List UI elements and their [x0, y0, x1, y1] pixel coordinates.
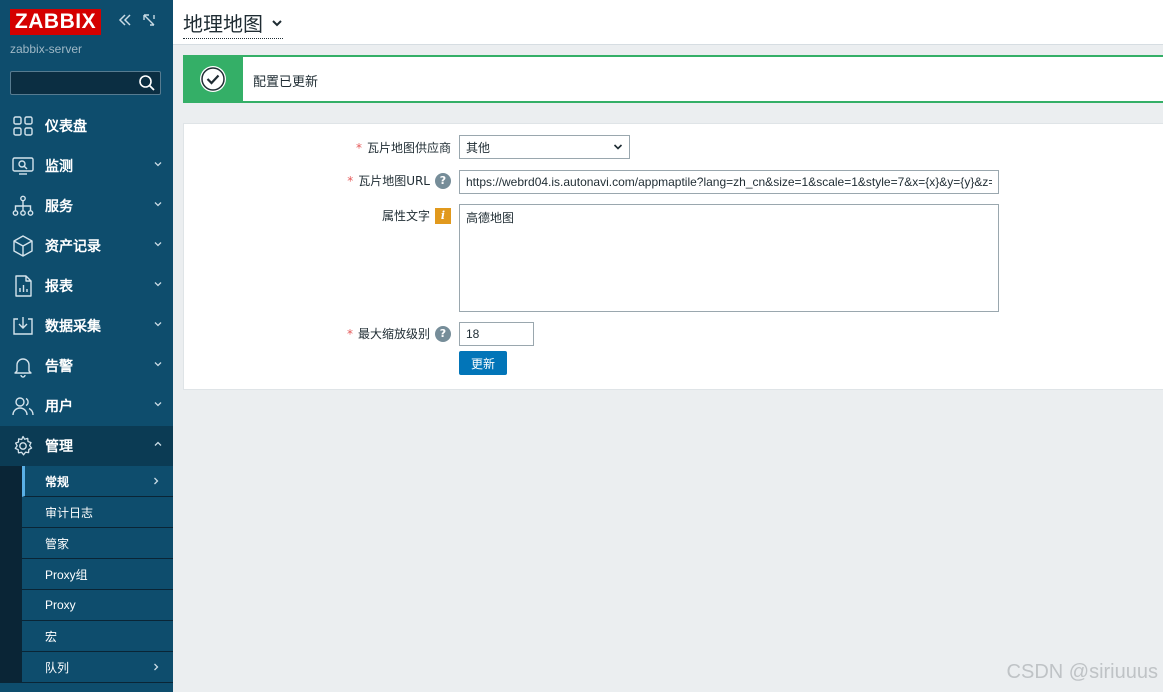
- inventory-icon: [13, 235, 33, 257]
- success-icon-box: [183, 55, 243, 103]
- submenu-item-general[interactable]: 常规: [22, 466, 173, 497]
- menu-label: 报表: [45, 279, 73, 295]
- form-row-attribution: 属性文字 i 高德地图: [184, 204, 1163, 312]
- help-icon[interactable]: ?: [435, 172, 451, 189]
- form-row-actions: 更新: [184, 351, 1163, 375]
- submenu-label: Proxy组: [45, 567, 88, 582]
- menu-label: 告警: [45, 359, 73, 375]
- menu-item-dashboard[interactable]: 仪表盘: [0, 106, 173, 146]
- search-icon[interactable]: [138, 74, 156, 92]
- menu-item-services[interactable]: 服务: [0, 186, 173, 226]
- menu-label: 监测: [45, 159, 73, 175]
- chevron-down-icon: [613, 144, 623, 150]
- menu-label: 数据采集: [45, 319, 101, 335]
- submenu-label: 常规: [45, 474, 70, 489]
- max-zoom-input[interactable]: [459, 322, 534, 346]
- kiosk-mode-icon[interactable]: [140, 12, 158, 32]
- provider-label-text: 瓦片地图供应商: [366, 141, 451, 155]
- message-text: 配置已更新: [253, 75, 319, 90]
- page-header: 地理地图: [173, 0, 1163, 45]
- collapse-sidebar-icon[interactable]: [116, 12, 134, 32]
- attribution-label-text: 属性文字: [381, 209, 430, 223]
- alerts-icon: [14, 358, 32, 378]
- required-mark: *: [347, 173, 354, 188]
- page-title: 地理地图: [183, 12, 263, 36]
- max-zoom-label-text: 最大缩放级别: [357, 327, 430, 341]
- required-mark: *: [355, 140, 362, 155]
- chevron-right-icon: [154, 663, 159, 671]
- watermark: CSDN @siriuuus: [1006, 661, 1158, 683]
- chevron-down-icon: [154, 242, 162, 247]
- chevron-down-icon: [154, 282, 162, 287]
- data-collection-icon: [13, 317, 33, 335]
- menu-label: 管理: [45, 439, 73, 455]
- success-message: 配置已更新: [183, 55, 1163, 103]
- submenu-label: 管家: [45, 536, 70, 551]
- server-name: zabbix-server: [10, 42, 83, 56]
- gear-icon: [14, 435, 33, 456]
- chevron-down-icon: [154, 162, 162, 167]
- help-icon[interactable]: ?: [435, 325, 451, 342]
- chevron-down-icon: [272, 19, 282, 26]
- menu-label: 资产记录: [45, 239, 101, 255]
- menu-item-monitoring[interactable]: 监测: [0, 146, 173, 186]
- form-row-max-zoom: * 最大缩放级别 ?: [184, 322, 1163, 346]
- search-input[interactable]: [11, 72, 135, 94]
- chevron-down-icon: [154, 202, 162, 207]
- submenu-label: 宏: [45, 629, 58, 644]
- monitoring-icon: [12, 157, 34, 175]
- administration-submenu: 常规 审计日志 管家 Proxy组 Proxy 宏 队列: [0, 466, 173, 683]
- services-icon: [12, 195, 34, 216]
- submenu-label: 审计日志: [45, 505, 94, 520]
- submenu-item-queue[interactable]: 队列: [22, 652, 173, 683]
- menu-item-inventory[interactable]: 资产记录: [0, 226, 173, 266]
- submenu-item-macros[interactable]: 宏: [22, 621, 173, 652]
- chevron-down-icon: [154, 362, 162, 367]
- chevron-up-icon: [154, 441, 162, 446]
- submenu-label: 队列: [45, 660, 70, 675]
- menu-label: 仪表盘: [45, 119, 87, 135]
- main-menu: 仪表盘 监测 服务 资产记录 报表 数据采集 告警 用户 管理 常规 审计日志 …: [0, 106, 173, 683]
- menu-label: 服务: [45, 199, 73, 215]
- update-button[interactable]: 更新: [459, 351, 507, 375]
- page-title-dropdown[interactable]: 地理地图: [183, 8, 283, 39]
- provider-label: * 瓦片地图供应商: [356, 139, 451, 156]
- geomap-form: * 瓦片地图供应商 其他 * 瓦片地图URL ? 属性文字 i 高德地图 * 最…: [183, 123, 1163, 390]
- menu-label: 用户: [45, 399, 73, 415]
- check-circle-icon: [200, 66, 226, 92]
- menu-item-users[interactable]: 用户: [0, 386, 173, 426]
- provider-selected-value: 其他: [466, 140, 491, 155]
- info-icon[interactable]: i: [435, 207, 451, 224]
- submenu-item-proxy-groups[interactable]: Proxy组: [22, 559, 173, 590]
- menu-item-data-collection[interactable]: 数据采集: [0, 306, 173, 346]
- max-zoom-label: * 最大缩放级别 ?: [347, 325, 451, 342]
- sidebar: ZABBIX zabbix-server 仪表盘 监测 服务 资产记录 报表 数…: [0, 0, 173, 692]
- url-label-text: 瓦片地图URL: [358, 174, 430, 188]
- form-row-url: * 瓦片地图URL ?: [184, 170, 1163, 194]
- chevron-down-icon: [154, 322, 162, 327]
- users-icon: [12, 397, 34, 416]
- sidebar-search: [10, 71, 161, 95]
- submenu-item-proxies[interactable]: Proxy: [22, 590, 173, 621]
- submenu-label: Proxy: [45, 598, 76, 612]
- submenu-item-housekeeping[interactable]: 管家: [22, 528, 173, 559]
- chevron-right-icon: [154, 477, 159, 485]
- attribution-textarea[interactable]: 高德地图: [459, 204, 999, 312]
- provider-select[interactable]: 其他: [459, 135, 630, 159]
- menu-item-reports[interactable]: 报表: [0, 266, 173, 306]
- attribution-label: 属性文字 i: [382, 207, 451, 224]
- zabbix-logo[interactable]: ZABBIX: [10, 9, 101, 35]
- menu-item-administration[interactable]: 管理: [0, 426, 173, 466]
- required-mark: *: [346, 326, 353, 341]
- chevron-down-icon: [154, 402, 162, 407]
- url-label: * 瓦片地图URL ?: [347, 172, 451, 189]
- tile-url-input[interactable]: [459, 170, 999, 194]
- reports-icon: [15, 275, 32, 297]
- form-row-provider: * 瓦片地图供应商 其他: [184, 135, 1163, 159]
- submenu-item-audit-log[interactable]: 审计日志: [22, 497, 173, 528]
- menu-item-alerts[interactable]: 告警: [0, 346, 173, 386]
- dashboard-icon: [13, 116, 33, 136]
